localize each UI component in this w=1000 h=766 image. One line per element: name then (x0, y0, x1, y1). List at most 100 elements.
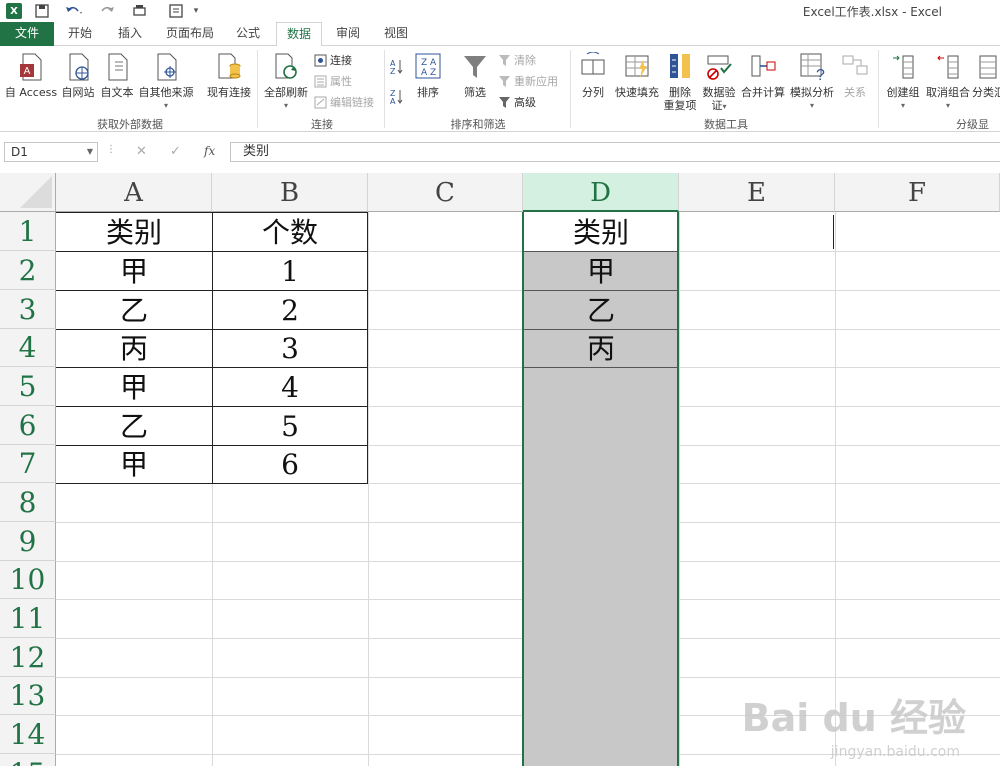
dropdown-arrow-icon: ▾ (945, 101, 950, 110)
row-header-2[interactable]: 2 (0, 251, 56, 290)
cell-a5[interactable]: 甲 (56, 367, 212, 406)
tab-file[interactable]: 文件 (0, 22, 54, 46)
reapply-button[interactable]: 重新应用 (498, 73, 558, 89)
from-text-button[interactable]: 自文本 (98, 52, 136, 99)
cell-b7[interactable]: 6 (212, 445, 368, 483)
from-access-button[interactable]: A 自 Access (4, 52, 58, 99)
tab-formulas[interactable]: 公式 (230, 22, 266, 46)
text-to-columns-button[interactable]: 分列 (576, 51, 610, 99)
select-all-corner[interactable] (0, 173, 56, 212)
spreadsheet-grid[interactable]: A B C D E F 1 2 3 4 5 6 7 8 9 10 11 12 1… (0, 173, 1000, 766)
sort-ascending-button[interactable]: AZ (390, 56, 403, 76)
formula-input[interactable]: 类别 (230, 142, 1000, 162)
column-header-f[interactable]: F (835, 173, 1000, 212)
from-other-sources-button[interactable]: 自其他来源 ▾ (136, 52, 196, 112)
row-header-10[interactable]: 10 (0, 561, 56, 599)
sort-descending-button[interactable]: ZA (390, 86, 403, 106)
row-header-11[interactable]: 11 (0, 599, 56, 638)
cell-a2[interactable]: 甲 (56, 251, 212, 290)
column-header-c[interactable]: C (368, 173, 523, 212)
what-if-analysis-button[interactable]: ? 模拟分析 ▾ (788, 52, 836, 112)
existing-connections-icon (215, 52, 243, 82)
column-header-d[interactable]: D (523, 173, 679, 212)
cell-b4[interactable]: 3 (212, 329, 368, 367)
cell-b3[interactable]: 2 (212, 290, 368, 329)
row-header-14[interactable]: 14 (0, 715, 56, 754)
from-access-label: 自 Access (4, 86, 58, 99)
row-header-7[interactable]: 7 (0, 445, 56, 483)
relationships-label: 关系 (844, 86, 866, 99)
tab-insert[interactable]: 插入 (112, 22, 148, 46)
flash-fill-button[interactable]: 快速填充 (612, 52, 662, 99)
cell-d3[interactable]: 乙 (523, 290, 679, 329)
cell-a6[interactable]: 乙 (56, 406, 212, 445)
cell-a1[interactable]: 类别 (56, 212, 212, 251)
row-header-9[interactable]: 9 (0, 522, 56, 561)
existing-connections-button[interactable]: 现有连接 (204, 52, 254, 99)
cell-d4[interactable]: 丙 (523, 329, 679, 367)
row-header-5[interactable]: 5 (0, 367, 56, 406)
dropdown-arrow-icon: ▾ (900, 101, 905, 110)
tab-data[interactable]: 数据 (276, 22, 322, 47)
cell-b2[interactable]: 1 (212, 251, 368, 290)
access-icon: A (17, 52, 45, 82)
cell-b1[interactable]: 个数 (212, 212, 368, 251)
gridline (368, 212, 369, 766)
refresh-all-button[interactable]: 全部刷新 ▾ (262, 52, 310, 112)
split-label: 分列 (582, 86, 604, 99)
column-header-a[interactable]: A (56, 173, 212, 212)
advanced-filter-button[interactable]: 高级 (498, 94, 536, 110)
enter-check-icon[interactable]: ✓ (170, 144, 181, 159)
cell-d1[interactable]: 类别 (523, 212, 679, 251)
row-header-1[interactable]: 1 (0, 212, 56, 251)
cancel-icon[interactable]: ✕ (136, 144, 147, 159)
cell-a7[interactable]: 甲 (56, 445, 212, 483)
row-header-3[interactable]: 3 (0, 290, 56, 329)
chevron-down-icon[interactable]: ▼ (87, 143, 93, 161)
group-button[interactable]: 创建组 ▾ (882, 52, 924, 112)
row-header-8[interactable]: 8 (0, 483, 56, 522)
tab-review[interactable]: 审阅 (330, 22, 366, 46)
relationships-button[interactable]: 关系 (838, 52, 872, 99)
advanced-filter-icon (498, 96, 511, 109)
subtotal-label: 分类汇 (972, 86, 1000, 99)
cell-a4[interactable]: 丙 (56, 329, 212, 367)
name-box[interactable]: D1 ▼ (4, 142, 98, 162)
remove-duplicates-icon (666, 52, 694, 82)
from-web-button[interactable]: 自网站 (58, 52, 98, 99)
connections-button[interactable]: 连接 (314, 52, 352, 68)
filter-button[interactable]: 筛选 (458, 52, 492, 99)
consolidate-button[interactable]: 合并计算 (738, 52, 788, 99)
row-header-13[interactable]: 13 (0, 677, 56, 715)
clear-filter-button[interactable]: 清除 (498, 52, 536, 68)
subtotal-button[interactable]: 分类汇 (972, 52, 1000, 99)
column-header-e[interactable]: E (679, 173, 835, 212)
sort-button[interactable]: Z AA Z 排序 (412, 52, 444, 99)
ungroup-button[interactable]: 取消组合 ▾ (924, 52, 972, 112)
group-icon (889, 52, 917, 82)
properties-button[interactable]: 属性 (314, 73, 352, 89)
insert-function-icon[interactable]: fx (204, 144, 215, 158)
remove-duplicates-button[interactable]: 删除 重复项 (660, 52, 700, 112)
ungroup-icon (934, 52, 962, 82)
edit-links-button[interactable]: 编辑链接 (314, 94, 374, 110)
row-header-4[interactable]: 4 (0, 329, 56, 367)
row-header-15[interactable]: 15 (0, 754, 56, 766)
ribbon: A 自 Access 自网站 自文本 自其他来源 ▾ 现有连接 获取外部数据 全… (0, 46, 1000, 132)
tab-home[interactable]: 开始 (62, 22, 98, 46)
column-header-b[interactable]: B (212, 173, 368, 212)
clear-label: 清除 (514, 54, 536, 67)
consolidate-label: 合并计算 (741, 86, 785, 99)
row-header-12[interactable]: 12 (0, 638, 56, 677)
cell-b6[interactable]: 5 (212, 406, 368, 445)
svg-text:Z: Z (390, 67, 396, 76)
cell-b5[interactable]: 4 (212, 367, 368, 406)
cell-a3[interactable]: 乙 (56, 290, 212, 329)
data-validation-button[interactable]: 数据验 证▾ (700, 52, 738, 113)
remove-duplicates-label-2: 重复项 (663, 99, 697, 112)
baidu-watermark: Bai du 经验 (741, 696, 966, 740)
tab-view[interactable]: 视图 (378, 22, 414, 46)
cell-d2[interactable]: 甲 (523, 251, 679, 290)
row-header-6[interactable]: 6 (0, 406, 56, 445)
tab-page-layout[interactable]: 页面布局 (162, 22, 218, 46)
